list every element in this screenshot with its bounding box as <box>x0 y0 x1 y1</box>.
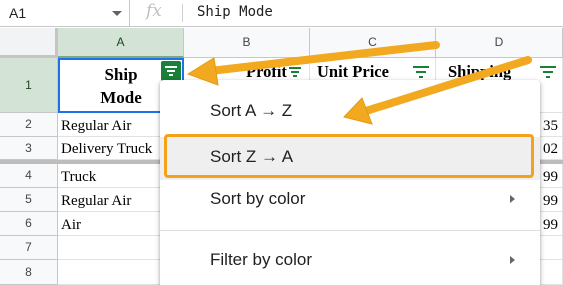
arrow-to-sort-a-z <box>362 56 532 115</box>
annotation-arrows <box>186 41 532 125</box>
arrowhead-icon <box>186 57 219 86</box>
arrow-to-filter-button <box>206 41 440 75</box>
